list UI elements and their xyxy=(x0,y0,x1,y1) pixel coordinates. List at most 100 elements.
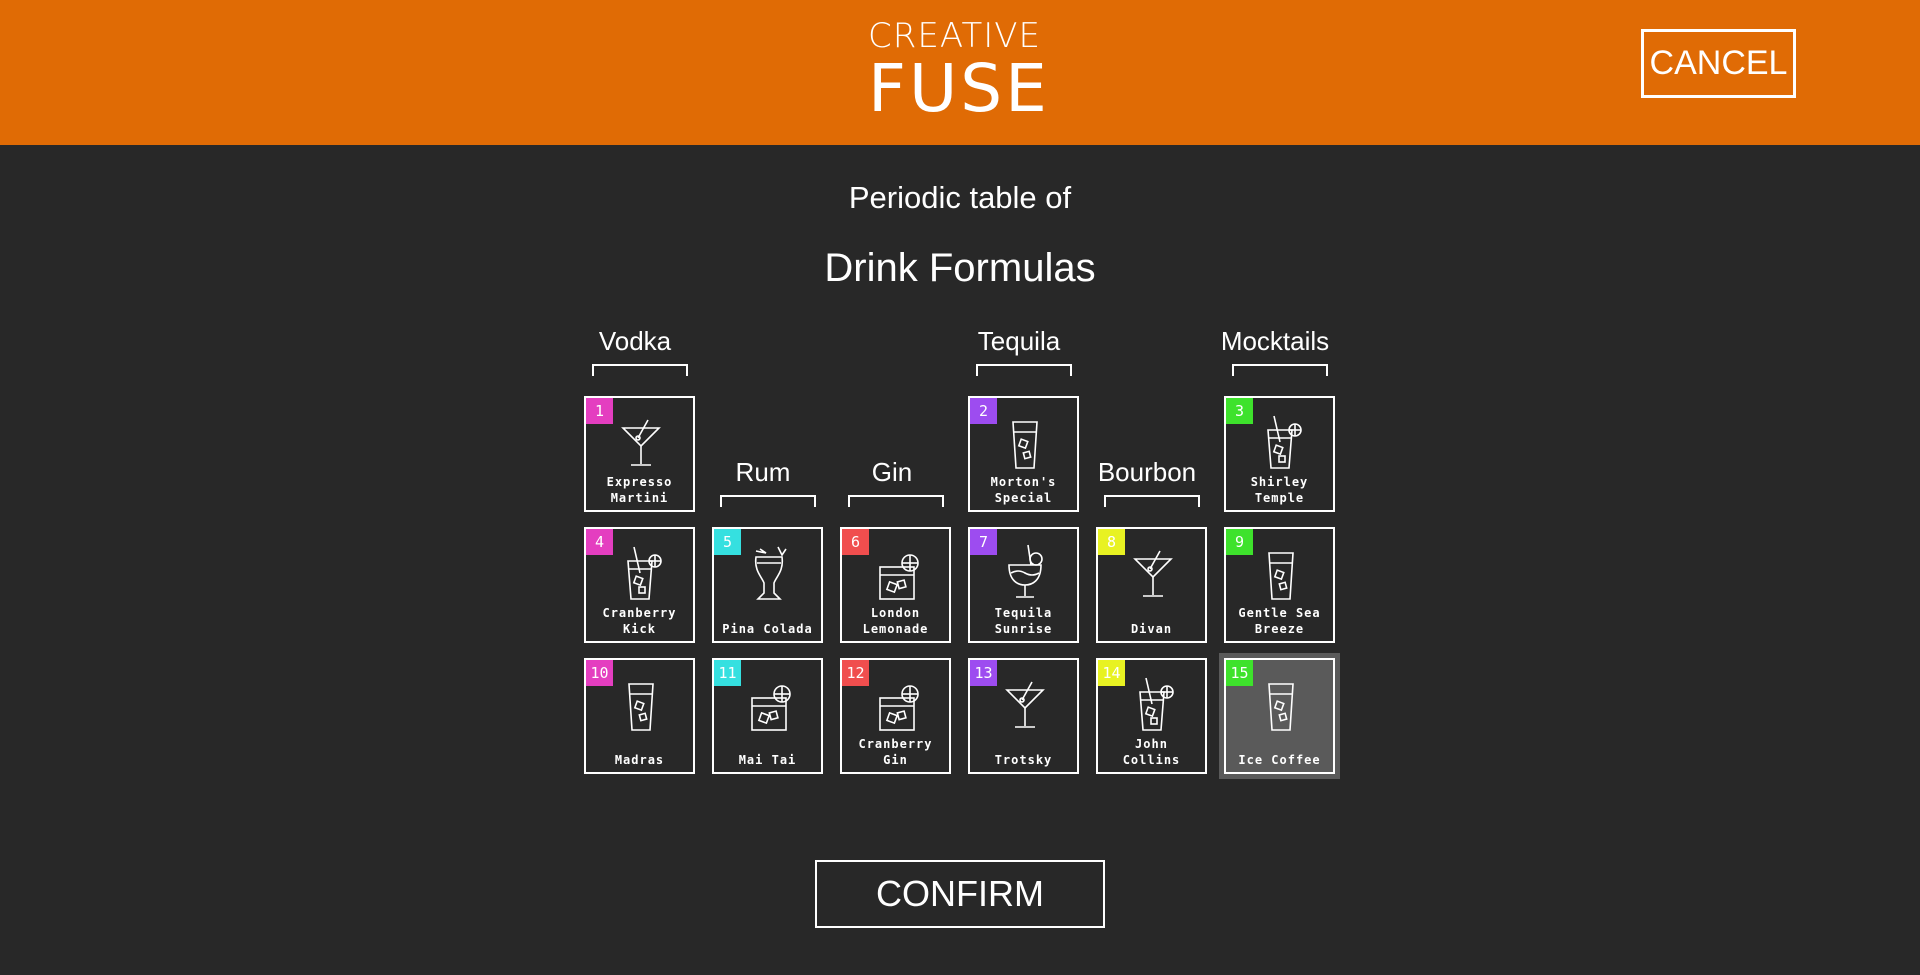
drink-number-badge: 3 xyxy=(1226,398,1253,424)
drink-name-line2: Temple xyxy=(1254,491,1305,505)
drink-name: Cranberry Gin xyxy=(842,736,949,768)
group-bracket-rum xyxy=(720,495,816,507)
drink-tile[interactable]: 3 Shirley Temple xyxy=(1224,396,1335,512)
highball-glass-icon xyxy=(1126,674,1180,736)
group-bracket-mocktails xyxy=(1232,364,1328,376)
group-bracket-gin xyxy=(848,495,944,507)
drink-tile[interactable]: 15 Ice Coffee xyxy=(1224,658,1335,774)
header-bar: CREATIVE FUSE CANCEL xyxy=(0,0,1920,145)
drink-name-line2: Breeze xyxy=(1254,622,1305,636)
drink-tile[interactable]: 7 Tequila Sunrise xyxy=(968,527,1079,643)
drink-number-badge: 12 xyxy=(842,660,869,686)
martini-glass-icon xyxy=(1126,543,1180,605)
drink-tile[interactable]: 4 Cranberry Kick xyxy=(584,527,695,643)
drink-number-badge: 5 xyxy=(714,529,741,555)
drink-name: London Lemonade xyxy=(842,605,949,637)
drink-name-line1: Gentle Sea xyxy=(1238,606,1321,620)
cancel-button[interactable]: CANCEL xyxy=(1641,29,1796,98)
drink-name: Ice Coffee xyxy=(1226,752,1333,768)
drink-tile[interactable]: 9 Gentle Sea Breeze xyxy=(1224,527,1335,643)
drink-name-line2: Madras xyxy=(614,753,665,767)
drink-number-badge: 15 xyxy=(1226,660,1253,686)
drink-name: Tequila Sunrise xyxy=(970,605,1077,637)
martini-glass-icon xyxy=(614,412,668,474)
drink-tile[interactable]: 11 Mai Tai xyxy=(712,658,823,774)
drink-tile[interactable]: 14 John Collins xyxy=(1096,658,1207,774)
drink-name-line2: Sunrise xyxy=(994,622,1053,636)
rocks-glass-icon xyxy=(870,543,924,605)
group-bracket-bourbon xyxy=(1104,495,1200,507)
drink-tile[interactable]: 6 London Lemonade xyxy=(840,527,951,643)
drink-tile[interactable]: 8 Divan xyxy=(1096,527,1207,643)
logo-bottom-text: FUSE xyxy=(868,50,1050,127)
drink-name-line2: Special xyxy=(994,491,1053,505)
drink-name-line2: Gin xyxy=(883,753,908,767)
group-label-mocktails: Mocktails xyxy=(1220,326,1330,356)
drink-number-badge: 6 xyxy=(842,529,869,555)
tall-glass-icon xyxy=(1254,543,1308,605)
group-label-gin: Gin xyxy=(871,457,913,487)
tall-glass-icon xyxy=(1254,674,1308,736)
drink-name: Morton's Special xyxy=(970,474,1077,506)
drink-name-line2: Divan xyxy=(1130,622,1173,636)
drink-number-badge: 11 xyxy=(714,660,741,686)
martini-glass-icon xyxy=(998,674,1052,736)
drink-name-line2: Mai Tai xyxy=(738,753,797,767)
drink-name-line2: Collins xyxy=(1122,753,1181,767)
drink-name: Expresso Martini xyxy=(586,474,693,506)
drink-tile[interactable]: 2 Morton's Special xyxy=(968,396,1079,512)
group-bracket-tequila xyxy=(976,364,1072,376)
drink-name: John Collins xyxy=(1098,736,1205,768)
drink-name: Pina Colada xyxy=(714,621,821,637)
drink-name: Madras xyxy=(586,752,693,768)
hurricane-glass-icon xyxy=(742,543,796,605)
drink-number-badge: 7 xyxy=(970,529,997,555)
drink-name-line1: Cranberry xyxy=(858,737,933,751)
drink-tile[interactable]: 5 Pina Colada xyxy=(712,527,823,643)
group-label-vodka: Vodka xyxy=(598,326,672,356)
drink-name-line2: Ice Coffee xyxy=(1238,753,1321,767)
group-bracket-vodka xyxy=(592,364,688,376)
drink-name: Mai Tai xyxy=(714,752,821,768)
group-label-bourbon: Bourbon xyxy=(1097,457,1197,487)
creative-fuse-logo: CREATIVE FUSE xyxy=(868,16,1050,127)
drink-name: Divan xyxy=(1098,621,1205,637)
drink-tile[interactable]: 12 Cranberry Gin xyxy=(840,658,951,774)
highball-glass-icon xyxy=(614,543,668,605)
drink-name-line1: Cranberry xyxy=(602,606,677,620)
group-label-rum: Rum xyxy=(735,457,791,487)
tall-glass-icon xyxy=(614,674,668,736)
drink-number-badge: 8 xyxy=(1098,529,1125,555)
rocks-glass-icon xyxy=(742,674,796,736)
drink-name-line2: Lemonade xyxy=(862,622,929,636)
drink-name-line2: Pina Colada xyxy=(722,622,813,636)
drink-tile[interactable]: 10 Madras xyxy=(584,658,695,774)
drink-name: Shirley Temple xyxy=(1226,474,1333,506)
drink-number-badge: 1 xyxy=(586,398,613,424)
drink-name-line1: Expresso xyxy=(606,475,673,489)
drink-number-badge: 9 xyxy=(1226,529,1253,555)
drink-name-line1: London xyxy=(870,606,921,620)
page-subtitle: Periodic table of xyxy=(848,180,1072,215)
rocks-glass-icon xyxy=(870,674,924,736)
confirm-button[interactable]: CONFIRM xyxy=(815,860,1105,928)
group-label-tequila: Tequila xyxy=(977,326,1061,356)
drink-number-badge: 4 xyxy=(586,529,613,555)
drink-number-badge: 2 xyxy=(970,398,997,424)
drink-name-line1: Shirley xyxy=(1250,475,1309,489)
goblet-glass-icon xyxy=(998,543,1052,605)
drink-name-line2: Kick xyxy=(623,622,656,636)
drink-name-line2: Martini xyxy=(610,491,669,505)
drink-number-badge: 13 xyxy=(970,660,997,686)
highball-glass-icon xyxy=(1254,412,1308,474)
drink-tile[interactable]: 13 Trotsky xyxy=(968,658,1079,774)
drink-name-line2: Trotsky xyxy=(994,753,1053,767)
drink-name-line1: Morton's xyxy=(990,475,1057,489)
page-title: Drink Formulas xyxy=(824,246,1096,290)
drink-number-badge: 14 xyxy=(1098,660,1125,686)
drink-name: Cranberry Kick xyxy=(586,605,693,637)
drink-name: Trotsky xyxy=(970,752,1077,768)
drink-tile[interactable]: 1 Expresso Martini xyxy=(584,396,695,512)
drink-name-line1: John xyxy=(1135,737,1168,751)
tall-glass-icon xyxy=(998,412,1052,474)
